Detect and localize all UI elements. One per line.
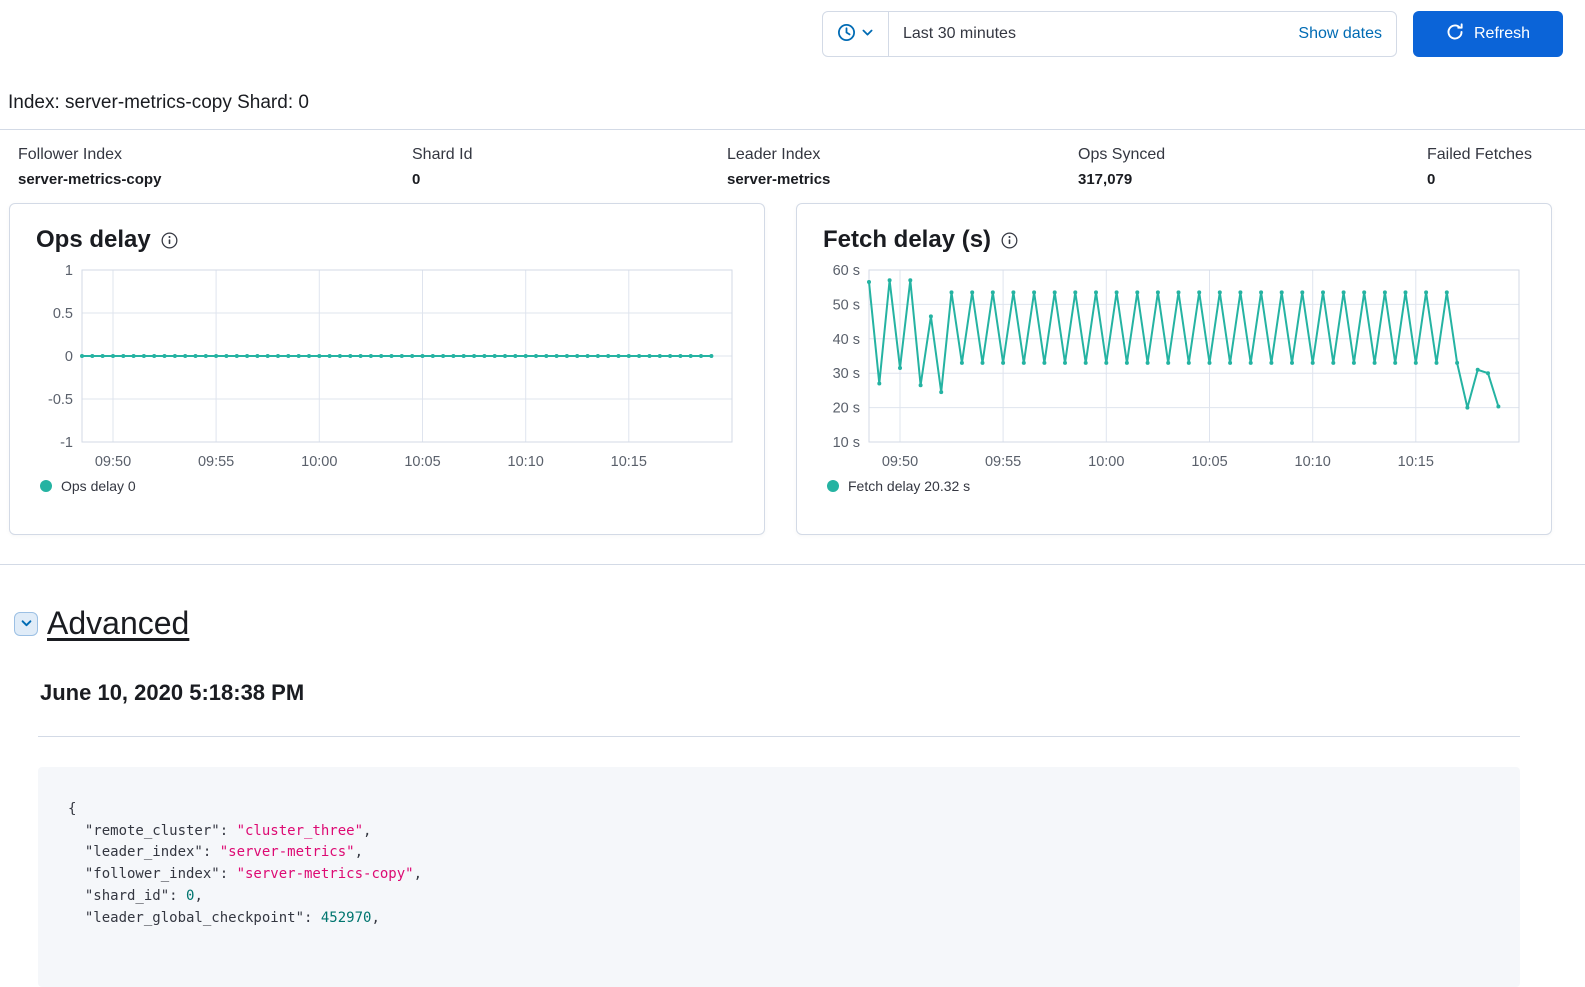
code-line: "leader_index": "server-metrics", (68, 844, 364, 861)
advanced-timestamp: June 10, 2020 5:18:38 PM (40, 680, 305, 705)
stat-ops-synced: Ops Synced 317,079 (1078, 146, 1427, 188)
svg-text:10 s: 10 s (833, 435, 860, 451)
charts-row: Ops delay 1 0.5 0 -0.5 -1 09:50 09:55 10:00 10:0… (9, 203, 1552, 535)
chart-legend: Fetch delay 20.32 s (827, 478, 1525, 494)
code-line: "leader_global_checkpoint": 452970, (68, 909, 380, 926)
svg-text:10:00: 10:00 (1088, 454, 1124, 470)
timestamp-divider (38, 736, 1520, 737)
chart-legend: Ops delay 0 (40, 478, 738, 494)
legend-label[interactable]: Ops delay 0 (61, 478, 136, 494)
page-title: Index: server-metrics-copy Shard: 0 (8, 92, 309, 113)
advanced-section-toggle[interactable]: Advanced (47, 605, 189, 642)
stat-leader-index: Leader Index server-metrics (727, 146, 1078, 188)
svg-text:10:10: 10:10 (1295, 454, 1331, 470)
svg-text:09:55: 09:55 (985, 454, 1021, 470)
svg-text:0: 0 (65, 349, 73, 365)
svg-text:20 s: 20 s (833, 401, 860, 417)
stat-label: Leader Index (727, 146, 821, 163)
svg-text:-0.5: -0.5 (48, 392, 73, 408)
stat-value: server-metrics-copy (18, 171, 162, 188)
svg-text:10:05: 10:05 (404, 454, 440, 470)
svg-text:10:00: 10:00 (301, 454, 337, 470)
svg-text:60 s: 60 s (833, 264, 860, 279)
fetch-delay-panel: Fetch delay (s) 60 s 50 s 40 s 30 s 20 s 10 s… (796, 203, 1552, 535)
svg-text:10:15: 10:15 (1398, 454, 1434, 470)
legend-label[interactable]: Fetch delay 20.32 s (848, 478, 970, 494)
info-icon[interactable] (161, 232, 178, 249)
svg-text:-1: -1 (60, 435, 73, 451)
svg-text:09:50: 09:50 (882, 454, 918, 470)
stat-value: 0 (1427, 171, 1436, 188)
advanced-header: Advanced (14, 605, 1585, 642)
stat-value: 317,079 (1078, 171, 1133, 188)
section-divider (0, 564, 1585, 565)
time-range-value[interactable]: Last 30 minutes (889, 12, 1298, 56)
stat-shard-id: Shard Id 0 (412, 146, 727, 188)
ops-delay-chart: 1 0.5 0 -0.5 -1 09:50 09:55 10:00 10:05 10:10 10:1… (48, 264, 733, 470)
stat-follower-index: Follower Index server-metrics-copy (18, 146, 412, 188)
code-line: "shard_id": 0, (68, 887, 203, 904)
ops-delay-panel: Ops delay 1 0.5 0 -0.5 -1 09:50 09:55 10:00 10:0… (9, 203, 765, 535)
stats-row: Follower Index server-metrics-copy Shard… (0, 130, 1585, 203)
svg-text:10:05: 10:05 (1191, 454, 1227, 470)
refresh-label: Refresh (1473, 25, 1531, 42)
legend-dot (827, 480, 839, 492)
date-picker-quick-menu-button[interactable] (823, 12, 889, 56)
super-date-picker: Last 30 minutes Show dates (822, 11, 1397, 57)
chevron-down-icon (861, 26, 874, 42)
code-line: "follower_index": "server-metrics-copy", (68, 866, 423, 883)
chart-title: Fetch delay (s) (823, 226, 992, 253)
svg-text:50 s: 50 s (833, 297, 860, 313)
svg-text:30 s: 30 s (833, 366, 860, 382)
stat-label: Failed Fetches (1427, 146, 1532, 163)
stat-value: 0 (412, 171, 421, 188)
svg-text:1: 1 (65, 264, 73, 279)
code-block: { "remote_cluster": "cluster_three", "le… (38, 767, 1520, 987)
stat-label: Shard Id (412, 146, 473, 163)
refresh-icon (1446, 22, 1464, 46)
chart-header: Ops delay (36, 226, 738, 254)
chart-title: Ops delay (36, 226, 151, 253)
svg-text:09:50: 09:50 (95, 454, 131, 470)
stat-value: server-metrics (727, 171, 831, 188)
svg-text:09:55: 09:55 (198, 454, 234, 470)
stat-label: Follower Index (18, 146, 123, 163)
refresh-button[interactable]: Refresh (1413, 11, 1563, 57)
svg-text:10:10: 10:10 (508, 454, 544, 470)
clock-icon (837, 23, 856, 45)
chart-header: Fetch delay (s) (823, 226, 1525, 254)
stat-failed-fetches: Failed Fetches 0 (1427, 146, 1585, 188)
svg-text:40 s: 40 s (833, 332, 860, 348)
top-bar: Last 30 minutes Show dates Refresh (0, 0, 1585, 68)
svg-text:10:15: 10:15 (611, 454, 647, 470)
legend-dot (40, 480, 52, 492)
code-line: { (68, 801, 77, 817)
code-line: "remote_cluster": "cluster_three", (68, 822, 372, 839)
show-dates-button[interactable]: Show dates (1298, 12, 1396, 56)
svg-text:0.5: 0.5 (53, 306, 73, 322)
stat-label: Ops Synced (1078, 146, 1166, 163)
info-icon[interactable] (1001, 232, 1018, 249)
collapse-chevron-icon[interactable] (14, 611, 38, 636)
fetch-delay-chart: 60 s 50 s 40 s 30 s 20 s 10 s 09:50 09:55 10:00 1… (833, 264, 1520, 470)
